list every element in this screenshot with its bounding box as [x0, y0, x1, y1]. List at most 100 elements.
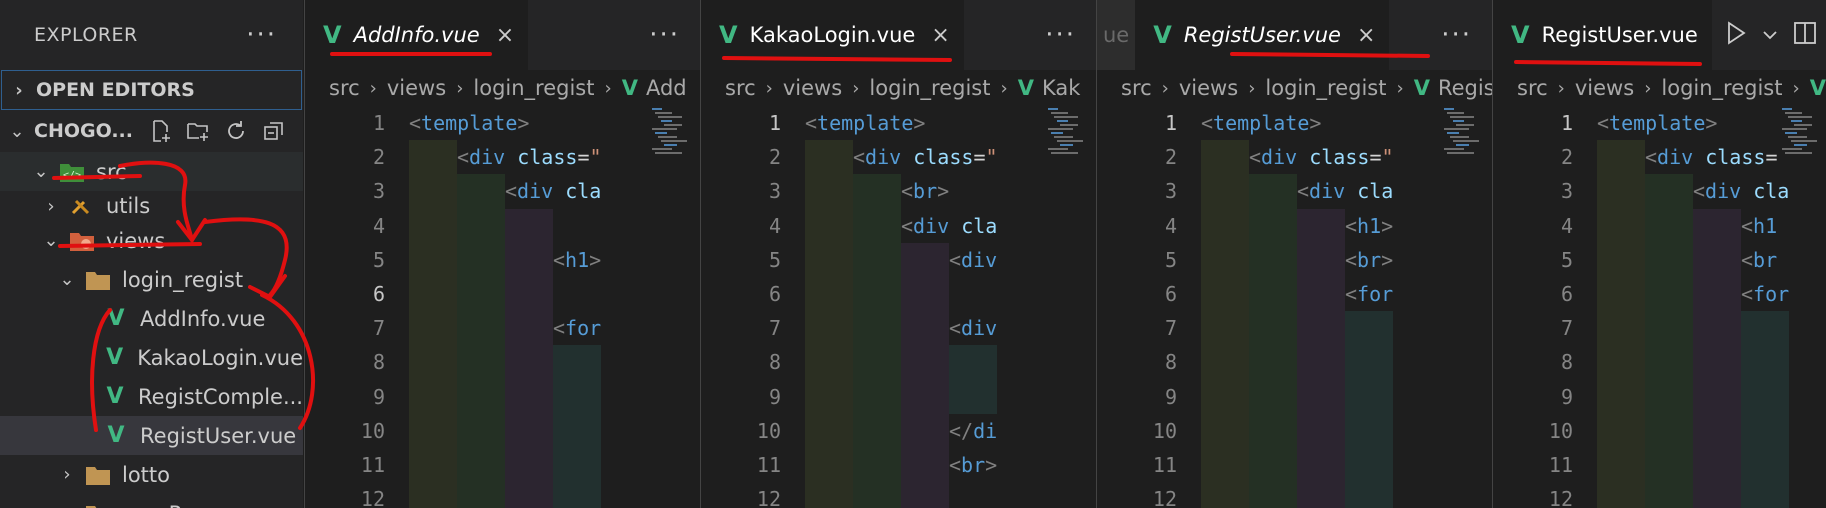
indent-guide: [409, 276, 457, 312]
breadcrumb-item[interactable]: views: [1179, 76, 1238, 100]
file-tree: ⌄ </> src › utils ⌄ views ⌄ login_regist…: [0, 152, 303, 508]
breadcrumb-item[interactable]: views: [387, 76, 446, 100]
tab-addinfo[interactable]: V AddInfo.vue ×: [305, 0, 529, 70]
close-icon[interactable]: ×: [931, 23, 949, 48]
breadcrumb-item[interactable]: src: [329, 76, 360, 100]
breadcrumb-item[interactable]: login_regist: [473, 76, 594, 100]
tab-kakaologin[interactable]: V KakaoLogin.vue ×: [701, 0, 964, 70]
close-icon[interactable]: ×: [1357, 23, 1375, 48]
tree-item-lotto[interactable]: › lotto: [0, 455, 303, 494]
code-text: <br: [1741, 247, 1778, 272]
line-number: 6: [372, 282, 385, 307]
code-line: 7 <div: [701, 311, 1096, 346]
line-number: 7: [1560, 316, 1573, 341]
tab-partial[interactable]: ue: [1097, 0, 1136, 70]
minimap[interactable]: [1442, 106, 1488, 508]
indent-guide: [1249, 242, 1297, 277]
tab-registuser[interactable]: V RegistUser.vue ×: [1135, 0, 1390, 70]
breadcrumb-item[interactable]: login_regist: [1265, 76, 1386, 100]
new-file-icon[interactable]: [147, 118, 173, 144]
vue-icon: V: [107, 423, 125, 448]
tree-label: login_regist: [122, 267, 244, 292]
ellipsis-icon[interactable]: ···: [1045, 0, 1076, 70]
code-text: </di: [949, 418, 998, 443]
indent-guide: [409, 174, 457, 209]
breadcrumb-separator: ›: [1644, 77, 1652, 99]
line-number: 9: [372, 384, 385, 409]
code-editor[interactable]: 1 <template> 2 <div class=" 3 <div cla 4 5 <h1> 6…: [305, 106, 700, 508]
tree-item-registcomplete[interactable]: V RegistComple...: [0, 377, 303, 416]
indent-guide: [409, 447, 457, 483]
breadcrumb-separator: ›: [1248, 77, 1256, 99]
minimap[interactable]: [1046, 106, 1092, 508]
line-number: 10: [360, 418, 385, 443]
split-editor-icon[interactable]: [1792, 20, 1818, 50]
code-text: <h1: [1741, 213, 1778, 238]
code-editor[interactable]: 1 <template> 2 <div class= 3 <div cla 4 <h1 5 <br…: [1493, 106, 1826, 508]
code-line: 8: [1493, 345, 1826, 380]
tree-item-utils[interactable]: › utils: [0, 191, 303, 221]
indent-guide: [1249, 413, 1297, 448]
breadcrumb-item[interactable]: src: [1517, 76, 1548, 100]
breadcrumb-item[interactable]: Add: [646, 76, 687, 100]
breadcrumb-item[interactable]: src: [725, 76, 756, 100]
code-editor[interactable]: 1 <template> 2 <div class=" 3 <br> 4 <div cla 5 <…: [701, 106, 1096, 508]
run-icon[interactable]: [1724, 20, 1748, 50]
code-text: <div cla: [901, 213, 998, 238]
tree-item-mappage[interactable]: › mapPage: [0, 494, 303, 508]
indent-guide: [1345, 345, 1393, 380]
close-icon[interactable]: ×: [496, 23, 514, 48]
indent-guide: [1597, 174, 1645, 209]
line-number: 4: [768, 213, 781, 238]
indent-guide: [1645, 208, 1693, 243]
minimap[interactable]: [650, 106, 696, 508]
breadcrumb-item[interactable]: login_regist: [869, 76, 990, 100]
indent-guide: [1201, 208, 1249, 243]
breadcrumb-item[interactable]: views: [783, 76, 842, 100]
breadcrumb-item[interactable]: views: [1575, 76, 1634, 100]
refresh-icon[interactable]: [223, 118, 249, 144]
ellipsis-icon[interactable]: ···: [246, 22, 277, 48]
code-line: 2 <div class=": [305, 140, 700, 175]
breadcrumb-separator: ›: [1792, 77, 1800, 99]
breadcrumb-item[interactable]: Regis: [1438, 76, 1492, 100]
tab-registuser-active[interactable]: V RegistUser.vue: [1493, 0, 1712, 70]
indent-guide: [505, 242, 553, 277]
vue-icon: V: [106, 384, 124, 409]
code-line: 9: [701, 379, 1096, 414]
breadcrumb-item[interactable]: Kak: [1042, 76, 1080, 100]
line-number: 12: [360, 487, 385, 508]
tree-item-views[interactable]: ⌄ views: [0, 221, 303, 260]
indent-guide: [505, 413, 553, 448]
tree-item-src[interactable]: ⌄ </> src: [0, 152, 303, 191]
tree-item-kakaologin[interactable]: V KakaoLogin.vue: [0, 338, 303, 377]
project-section[interactable]: ⌄ CHOGO...: [0, 110, 303, 152]
tree-item-registuser[interactable]: V RegistUser.vue: [0, 416, 303, 455]
breadcrumb-item[interactable]: src: [1121, 76, 1152, 100]
code-editor[interactable]: 1 <template> 2 <div class=" 3 <div cla 4 <h1> 5 <…: [1097, 106, 1492, 508]
new-folder-icon[interactable]: [185, 118, 211, 144]
line-number: 12: [1152, 487, 1177, 508]
minimap[interactable]: [1780, 106, 1826, 508]
collapse-all-icon[interactable]: [261, 118, 287, 144]
tree-item-login-regist[interactable]: ⌄ login_regist: [0, 260, 303, 299]
code-line: 1 <template>: [1493, 106, 1826, 140]
indent-guide: [805, 140, 853, 175]
tree-item-addinfo[interactable]: V AddInfo.vue: [0, 299, 303, 338]
ellipsis-icon[interactable]: ···: [1441, 0, 1472, 70]
line-number: 10: [756, 418, 781, 443]
indent-guide: [505, 345, 553, 380]
chevron-down-icon[interactable]: [1762, 26, 1778, 45]
breadcrumb-separator: ›: [852, 77, 860, 99]
breadcrumb-item[interactable]: login_regist: [1661, 76, 1782, 100]
ellipsis-icon[interactable]: ···: [649, 0, 680, 70]
vue-icon: V: [323, 21, 342, 49]
line-number: 3: [372, 179, 385, 204]
tab-label: RegistUser.vue: [1183, 23, 1341, 47]
code-line: 11: [1097, 447, 1492, 483]
open-editors-section[interactable]: › OPEN EDITORS: [1, 70, 302, 110]
code-line: 3 <div cla: [305, 174, 700, 209]
vue-icon: V: [1809, 76, 1826, 100]
code-line: 5 <br>: [1097, 242, 1492, 277]
tab-bar: V RegistUser.vue: [1493, 0, 1826, 70]
